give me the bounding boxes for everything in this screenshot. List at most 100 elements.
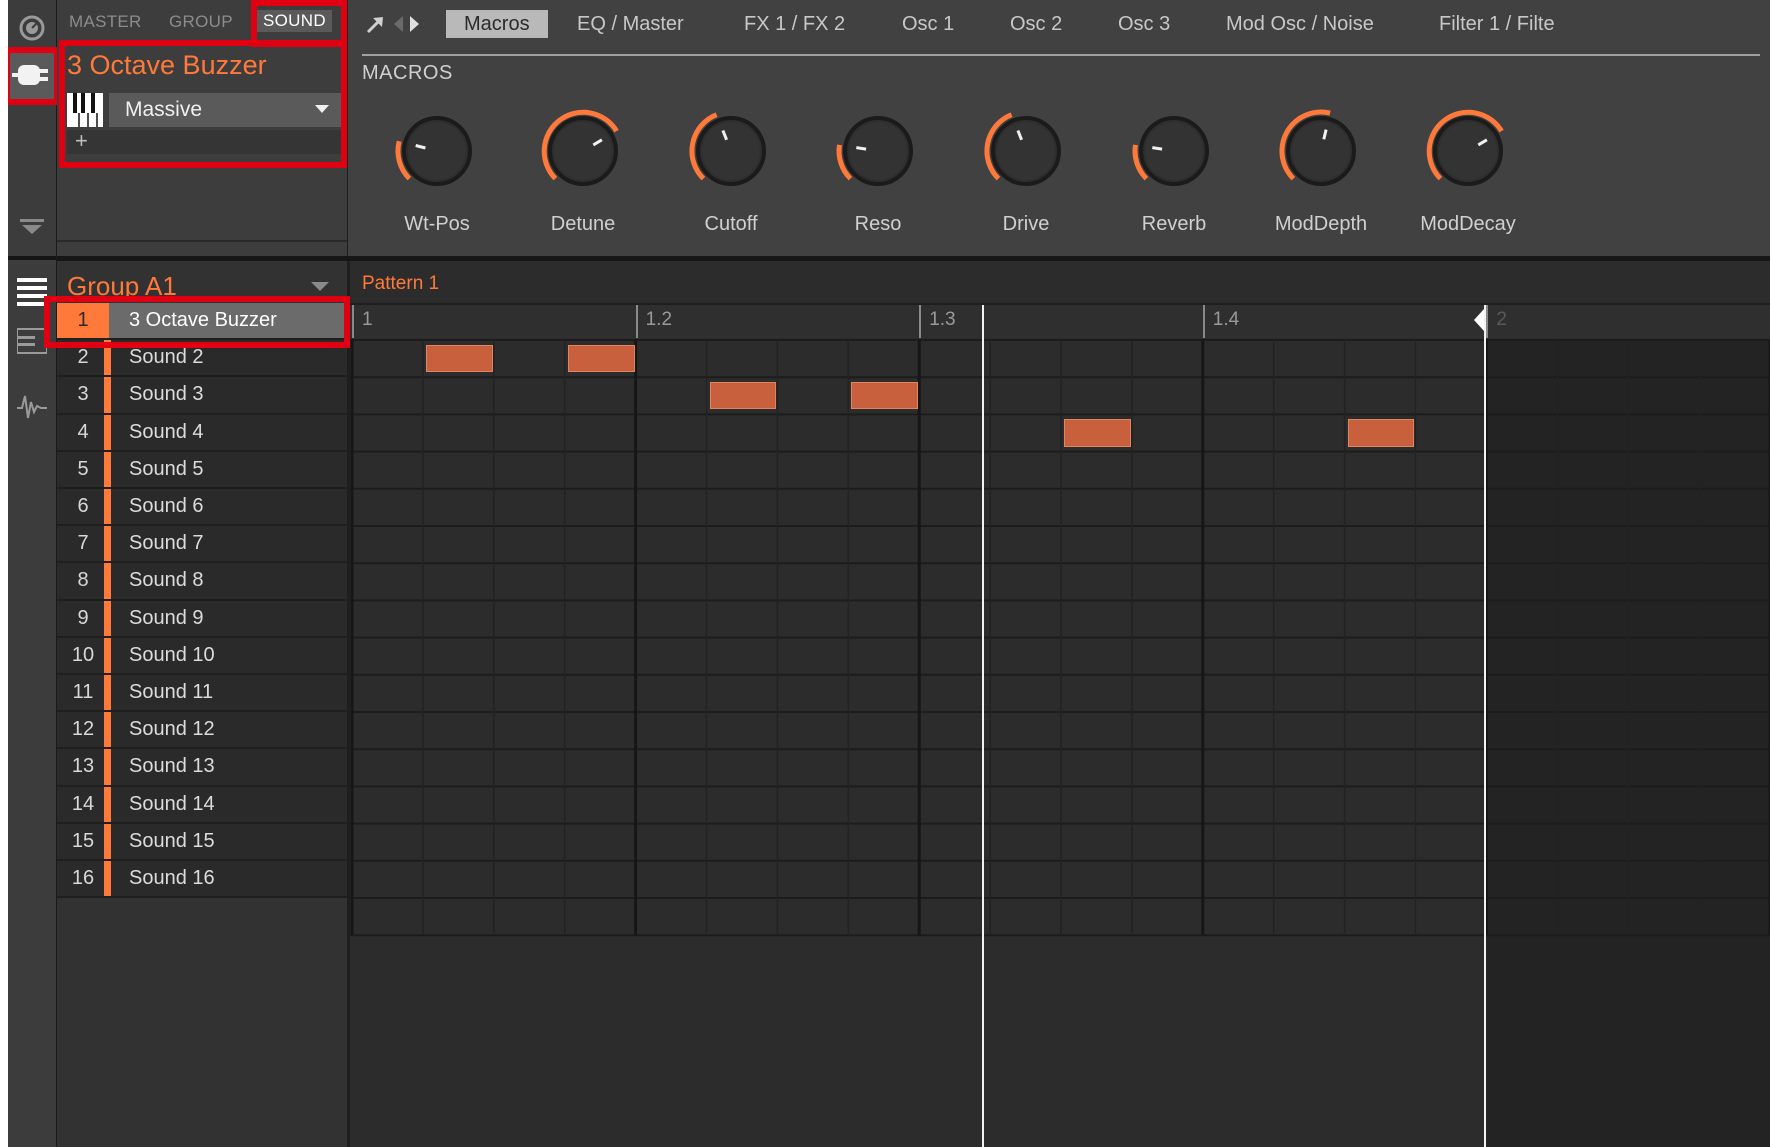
- sound-slot-number: 10: [71, 643, 95, 666]
- knob-detune[interactable]: [540, 108, 626, 194]
- expand-arrow-icon[interactable]: [364, 14, 386, 36]
- ruler-tick: [635, 305, 638, 338]
- knob-wt-pos[interactable]: [394, 108, 480, 194]
- tab-eq-master[interactable]: EQ / Master: [559, 10, 702, 38]
- sound-slot-name: Sound 4: [129, 420, 204, 443]
- sound-slot-name: Sound 15: [129, 829, 215, 852]
- knob-reverb[interactable]: [1131, 108, 1217, 194]
- sound-slot-number: 11: [72, 681, 94, 703]
- sound-color-bar: [104, 675, 111, 711]
- plugin-select[interactable]: Massive: [109, 93, 341, 127]
- sound-slot-name: Sound 7: [129, 532, 204, 555]
- knob-moddepth[interactable]: [1278, 108, 1364, 194]
- sound-slot[interactable]: 7 Sound 7: [57, 526, 347, 564]
- ruler-tick: [352, 305, 354, 338]
- plugin-page-panel: Macros EQ / Master FX 1 / FX 2 Osc 1 Osc…: [348, 0, 1770, 256]
- sound-slot[interactable]: 10 Sound 10: [57, 637, 347, 675]
- left-icon-strip: [8, 0, 60, 1147]
- tab-mod-osc-noise[interactable]: Mod Osc / Noise: [1208, 10, 1392, 38]
- sound-slot[interactable]: 12 Sound 12: [57, 712, 347, 750]
- add-plugin-slot[interactable]: +: [67, 128, 341, 154]
- sound-color-bar: [104, 526, 111, 562]
- sound-slot[interactable]: 8 Sound 8: [57, 563, 347, 601]
- sound-color-bar: [104, 823, 111, 859]
- sound-slot[interactable]: 4 Sound 4: [57, 414, 347, 452]
- knob-moddecay[interactable]: [1425, 108, 1511, 194]
- knob-drive-label: Drive: [1002, 213, 1050, 235]
- loop-end-line[interactable]: [1484, 305, 1487, 1147]
- knob-drive[interactable]: [983, 108, 1069, 194]
- tab-sound[interactable]: SOUND: [257, 10, 332, 32]
- sound-slot-number: 8: [77, 569, 89, 592]
- chevron-down-icon: [315, 105, 329, 113]
- sound-slot-number: 5: [77, 457, 89, 480]
- tab-macros[interactable]: Macros: [446, 10, 548, 38]
- tab-osc2[interactable]: Osc 2: [992, 10, 1080, 38]
- sound-slot-number: 4: [77, 420, 89, 443]
- tab-osc1[interactable]: Osc 1: [884, 10, 972, 38]
- sound-header-panel: MASTER GROUP SOUND 3 Octave Buzzer Massi…: [57, 0, 376, 256]
- waveform-icon[interactable]: [17, 392, 47, 422]
- sound-color-bar: [104, 414, 111, 450]
- sound-slot[interactable]: 3 Sound 3: [57, 377, 347, 415]
- playhead-line[interactable]: [982, 305, 985, 1147]
- sound-slot[interactable]: 9 Sound 9: [57, 600, 347, 638]
- sound-slot-name: Sound 8: [129, 569, 204, 592]
- tab-master[interactable]: MASTER: [69, 12, 142, 32]
- tab-group[interactable]: GROUP: [169, 12, 233, 32]
- sound-color-bar: [104, 451, 111, 487]
- sound-name-title[interactable]: 3 Octave Buzzer: [67, 50, 267, 81]
- sound-slot-number: 15: [71, 829, 95, 852]
- prev-page-icon[interactable]: [394, 16, 403, 32]
- ruler-tick: [1202, 305, 1205, 338]
- sound-slot-name: Sound 10: [129, 643, 215, 666]
- collapse-arrow-icon[interactable]: [19, 218, 45, 236]
- list-view-icon[interactable]: [17, 276, 47, 306]
- add-plugin-button[interactable]: +: [75, 128, 88, 154]
- strip-divider: [8, 256, 56, 260]
- sound-slot[interactable]: 15 Sound 15: [57, 823, 347, 861]
- knob-moddecay-label: ModDecay: [1420, 213, 1516, 235]
- knob-moddepth-label: ModDepth: [1274, 213, 1368, 235]
- sound-slot-name: Sound 3: [129, 383, 204, 406]
- loop-end-marker-icon[interactable]: [1474, 309, 1485, 331]
- sound-slot[interactable]: 11 Sound 11: [57, 675, 347, 713]
- knob-reso[interactable]: [835, 108, 921, 194]
- tab-filter[interactable]: Filter 1 / Filte: [1421, 10, 1573, 38]
- knob-cutoff[interactable]: [688, 108, 774, 194]
- group-menu-chevron-icon[interactable]: [311, 282, 329, 291]
- browser-knob-icon[interactable]: [18, 14, 46, 42]
- sound-slot-name: Sound 11: [129, 681, 214, 703]
- note-event[interactable]: [1347, 419, 1415, 447]
- plugin-icon-button[interactable]: [8, 47, 60, 105]
- mixer-view-icon[interactable]: [16, 328, 48, 354]
- note-event[interactable]: [851, 382, 919, 410]
- sound-slot[interactable]: 13 Sound 13: [57, 749, 347, 787]
- sound-color-bar: [104, 749, 111, 785]
- tab-fx1-fx2[interactable]: FX 1 / FX 2: [726, 10, 863, 38]
- sound-slot-number: 12: [71, 718, 95, 741]
- macros-section-label: MACROS: [362, 62, 453, 84]
- tab-osc3[interactable]: Osc 3: [1100, 10, 1188, 38]
- sound-slot-name: Sound 5: [129, 457, 204, 480]
- sound-slot-number: 9: [77, 606, 89, 629]
- sound-slot-name: Sound 13: [129, 755, 215, 778]
- ruler-band[interactable]: [350, 305, 1770, 338]
- ruler-label: 1.3: [929, 309, 956, 330]
- note-event[interactable]: [567, 345, 635, 373]
- knob-wt-pos-label: Wt-Pos: [404, 213, 470, 235]
- next-page-icon[interactable]: [410, 16, 419, 32]
- sound-slot[interactable]: 14 Sound 14: [57, 786, 347, 824]
- sound-color-bar: [104, 861, 111, 897]
- ruler-tick: [1486, 305, 1489, 338]
- sound-slot[interactable]: 5 Sound 5: [57, 451, 347, 489]
- note-event[interactable]: [1064, 419, 1131, 447]
- sound-slot[interactable]: 16 Sound 16: [57, 861, 347, 899]
- ruler-label: 1: [362, 309, 373, 330]
- plugin-name: Massive: [125, 98, 203, 121]
- knob-reverb-label: Reverb: [1141, 213, 1207, 235]
- note-event[interactable]: [425, 345, 493, 373]
- sound-slot-name: Sound 9: [129, 606, 204, 629]
- note-event[interactable]: [709, 382, 777, 410]
- sound-slot[interactable]: 6 Sound 6: [57, 489, 347, 527]
